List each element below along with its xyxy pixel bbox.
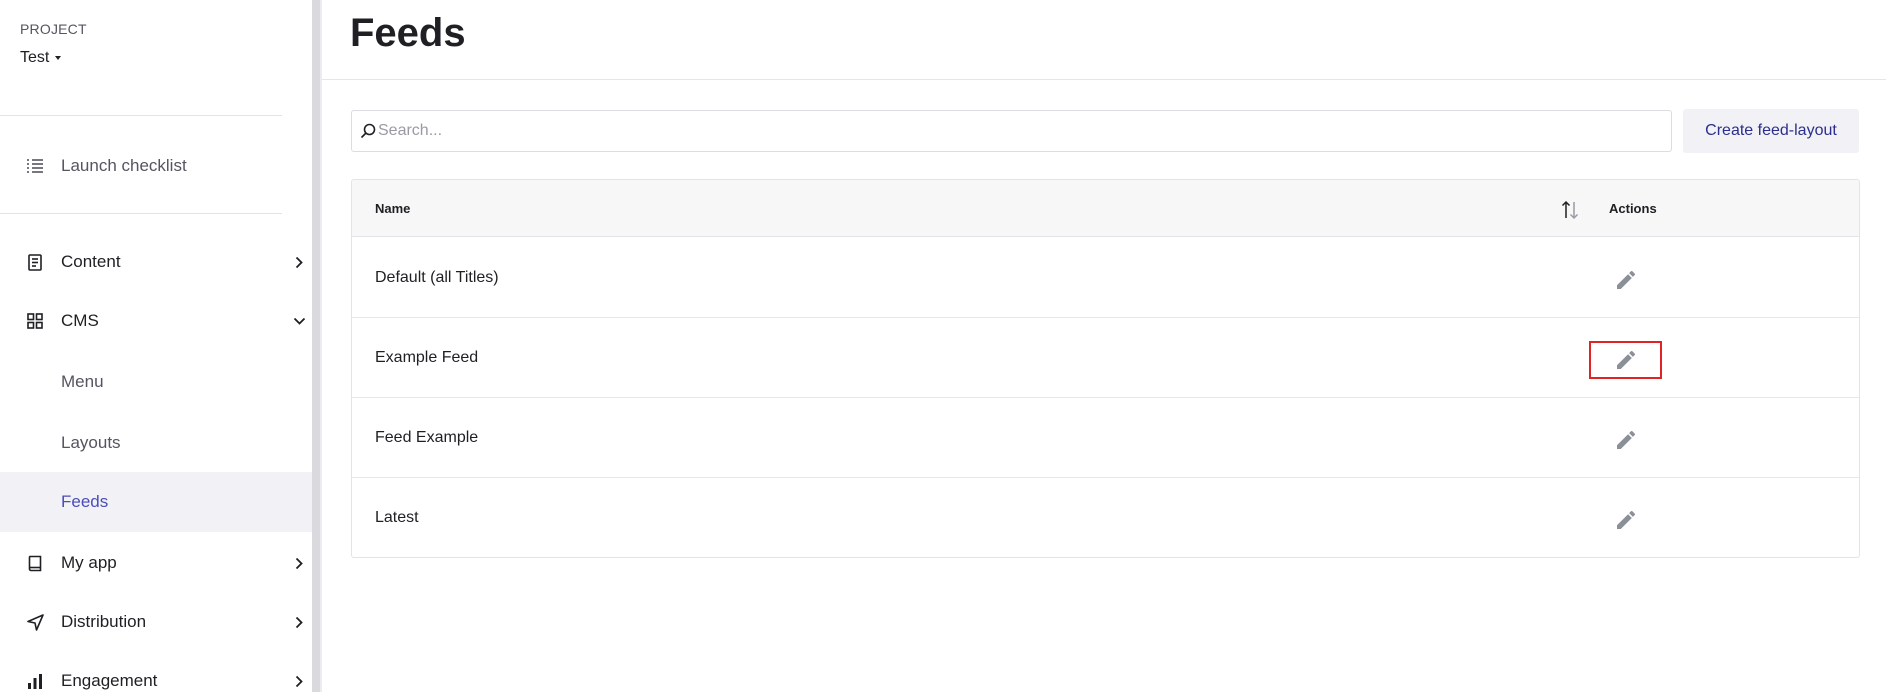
- sidebar-item-engagement[interactable]: Engagement: [0, 651, 320, 692]
- project-label: PROJECT: [20, 21, 87, 37]
- search-box: [351, 110, 1672, 152]
- feeds-table: Name Actions Default (all Titles) Exampl…: [351, 179, 1860, 558]
- checklist-icon: [26, 157, 44, 175]
- edit-button[interactable]: [1589, 421, 1662, 459]
- sidebar-item-launch-checklist[interactable]: Launch checklist: [0, 136, 320, 196]
- edit-button[interactable]: [1589, 501, 1662, 539]
- grid-icon: [26, 312, 44, 330]
- chevron-right-icon: [292, 615, 306, 629]
- sidebar-item-distribution[interactable]: Distribution: [0, 592, 320, 652]
- edit-button[interactable]: [1589, 261, 1662, 299]
- edit-button[interactable]: [1589, 341, 1662, 379]
- caret-down-icon: [55, 56, 62, 60]
- main-content: Feeds Create feed-layout Name Acti: [322, 0, 1886, 692]
- pencil-icon: [1616, 511, 1635, 529]
- sidebar-item-label: My app: [61, 553, 117, 572]
- sidebar-item-label: Engagement: [61, 671, 158, 690]
- bar-chart-icon: [26, 672, 44, 690]
- sidebar-item-label: Layouts: [61, 433, 121, 452]
- pencil-icon: [1616, 431, 1635, 449]
- chevron-right-icon: [292, 556, 306, 570]
- sidebar-item-label: Feeds: [61, 492, 109, 511]
- table-row: Latest: [352, 478, 1859, 557]
- page-title: Feeds: [350, 11, 466, 55]
- feed-name: Feed Example: [375, 429, 479, 446]
- sidebar-divider: [0, 115, 282, 116]
- chevron-right-icon: [292, 674, 306, 688]
- header-divider: [322, 79, 1886, 80]
- search-input[interactable]: [378, 111, 1658, 151]
- sidebar-scrollbar[interactable]: [312, 0, 320, 692]
- project-selector[interactable]: Test: [20, 49, 62, 67]
- column-header-actions: Actions: [1609, 201, 1657, 216]
- sidebar-item-label: Launch checklist: [61, 156, 187, 175]
- feed-name: Default (all Titles): [375, 269, 499, 286]
- sidebar-item-menu[interactable]: Menu: [0, 352, 320, 412]
- sort-icon[interactable]: [1560, 199, 1580, 221]
- book-icon: [26, 554, 44, 572]
- sidebar: PROJECT Test Launch checklist Content CM…: [0, 0, 320, 692]
- table-header: Name Actions: [352, 180, 1859, 237]
- app-window: PROJECT Test Launch checklist Content CM…: [0, 0, 1886, 692]
- table-row: Feed Example: [352, 398, 1859, 478]
- sidebar-item-label: Distribution: [61, 612, 147, 631]
- column-header-name: Name: [375, 201, 411, 216]
- sidebar-item-feeds[interactable]: Feeds: [0, 472, 320, 532]
- table-row: Default (all Titles): [352, 238, 1859, 318]
- sidebar-item-content[interactable]: Content: [0, 232, 320, 292]
- sidebar-item-cms[interactable]: CMS: [0, 291, 320, 351]
- sidebar-item-label: Content: [61, 252, 121, 271]
- pencil-icon: [1616, 271, 1635, 289]
- sidebar-item-label: Menu: [61, 372, 104, 391]
- table-row: Example Feed: [352, 318, 1859, 398]
- feed-name: Example Feed: [375, 349, 479, 366]
- create-feed-layout-button[interactable]: Create feed-layout: [1683, 109, 1859, 153]
- project-name: Test: [20, 49, 50, 66]
- sidebar-item-layouts[interactable]: Layouts: [0, 413, 320, 473]
- document-icon: [26, 253, 44, 271]
- feed-name: Latest: [375, 509, 419, 526]
- chevron-down-icon: [292, 314, 306, 328]
- chevron-right-icon: [292, 255, 306, 269]
- send-icon: [26, 613, 44, 631]
- search-icon: [360, 123, 376, 139]
- sidebar-item-label: CMS: [61, 311, 99, 330]
- sidebar-item-my-app[interactable]: My app: [0, 533, 320, 593]
- sidebar-divider: [0, 213, 282, 214]
- pencil-icon: [1616, 351, 1635, 369]
